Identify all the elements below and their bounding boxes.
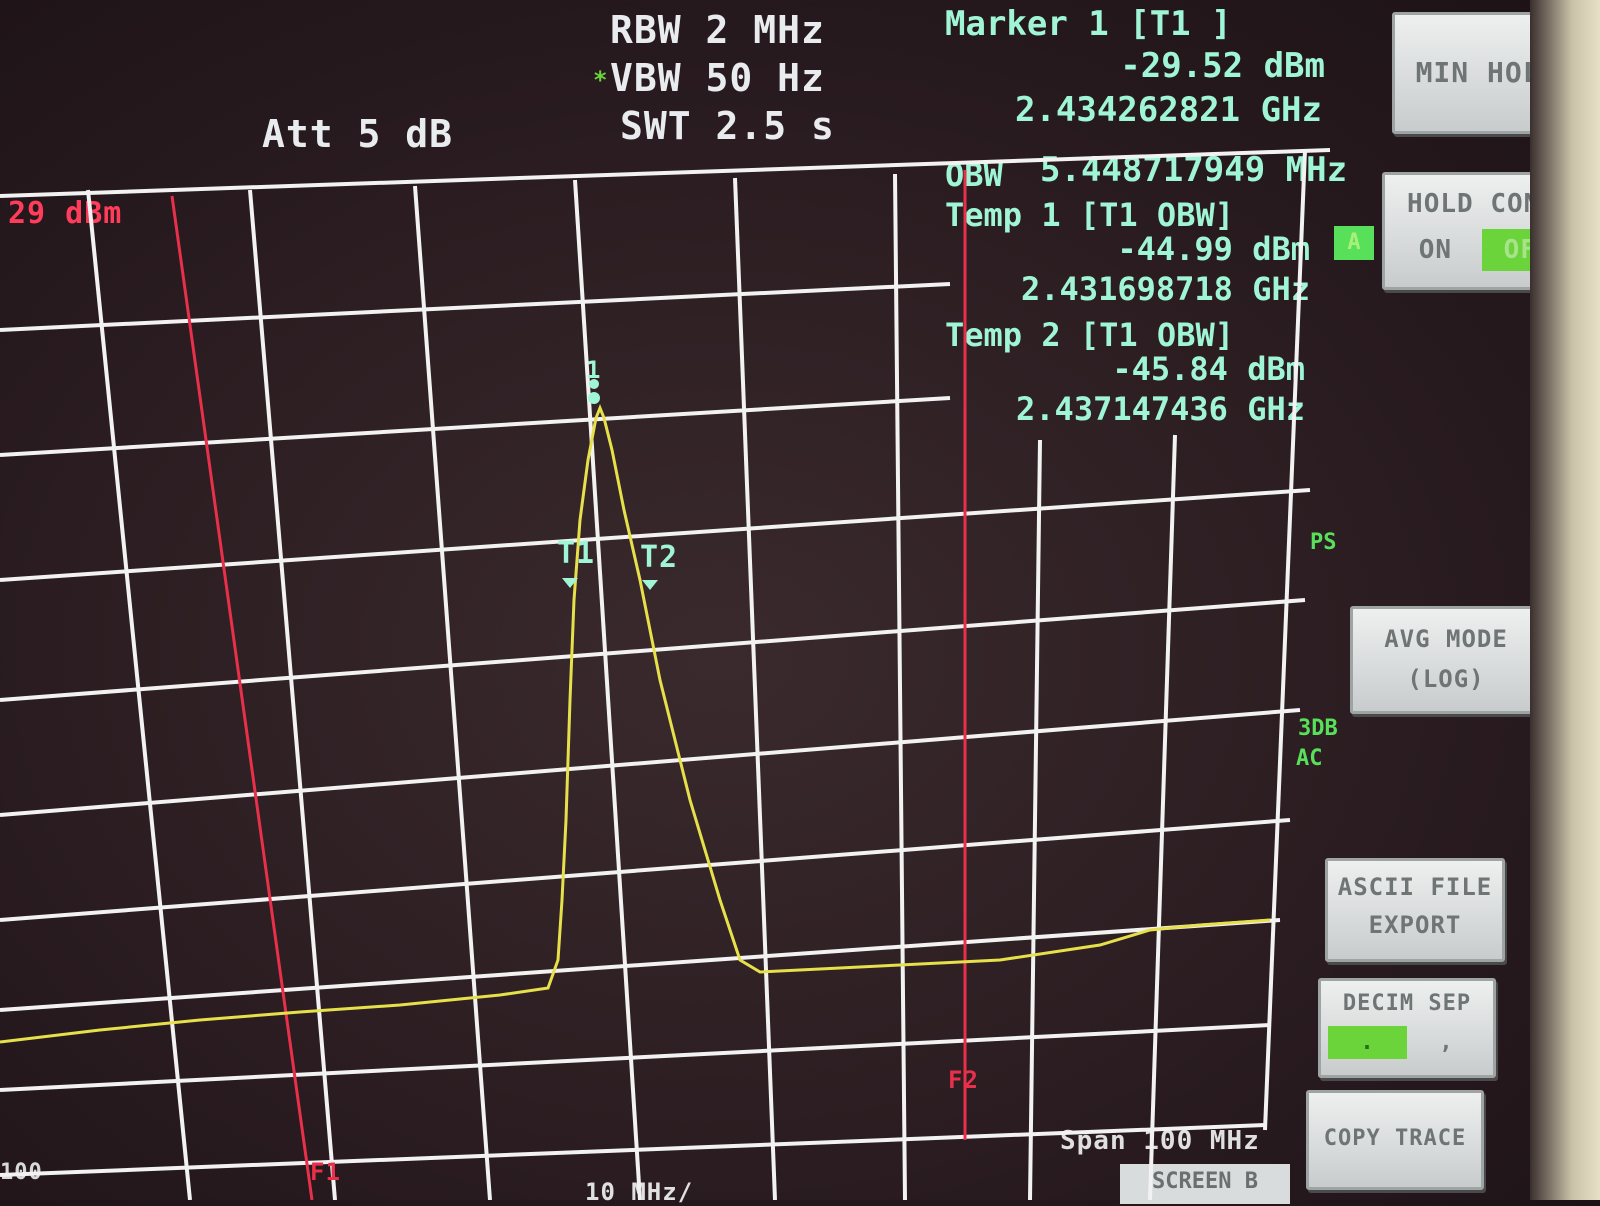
avg-mode-label: AVG MODE <box>1384 625 1508 653</box>
decim-sep-dot[interactable]: . <box>1327 1026 1407 1059</box>
grid-lines <box>0 148 1331 1200</box>
decim-sep-button[interactable]: DECIM SEP ., <box>1318 978 1496 1078</box>
t1-label: T1 <box>557 536 596 571</box>
hold-cont-on[interactable]: ON <box>1389 229 1482 271</box>
decim-sep-comma[interactable]: , <box>1407 1026 1486 1059</box>
t2-label: T2 <box>640 540 679 575</box>
marker1-label: 1 <box>586 356 602 384</box>
ascii-export-label: EXPORT <box>1368 911 1462 939</box>
copy-trace-button[interactable]: COPY TRACE <box>1306 1090 1484 1190</box>
monitor-bezel <box>1530 0 1600 1200</box>
ascii-file-label: ASCII FILE <box>1337 873 1493 901</box>
avg-mode-button[interactable]: AVG MODE (LOG) <box>1350 606 1542 714</box>
temp-marker-t2[interactable] <box>642 580 658 590</box>
avg-mode-value: (LOG) <box>1407 665 1485 693</box>
f1-label: F1 <box>310 1158 341 1186</box>
copy-trace-label: COPY TRACE <box>1323 1126 1467 1151</box>
spectrum-trace <box>0 403 1271 1044</box>
ascii-file-export-button[interactable]: ASCII FILE EXPORT <box>1325 858 1505 962</box>
spectrum-analyzer-screen: Att 5 dB RBW 2 MHz * VBW 50 Hz SWT 2.5 s… <box>0 0 1600 1206</box>
f2-label: F2 <box>948 1066 979 1094</box>
decim-sep-label: DECIM SEP <box>1342 991 1472 1016</box>
